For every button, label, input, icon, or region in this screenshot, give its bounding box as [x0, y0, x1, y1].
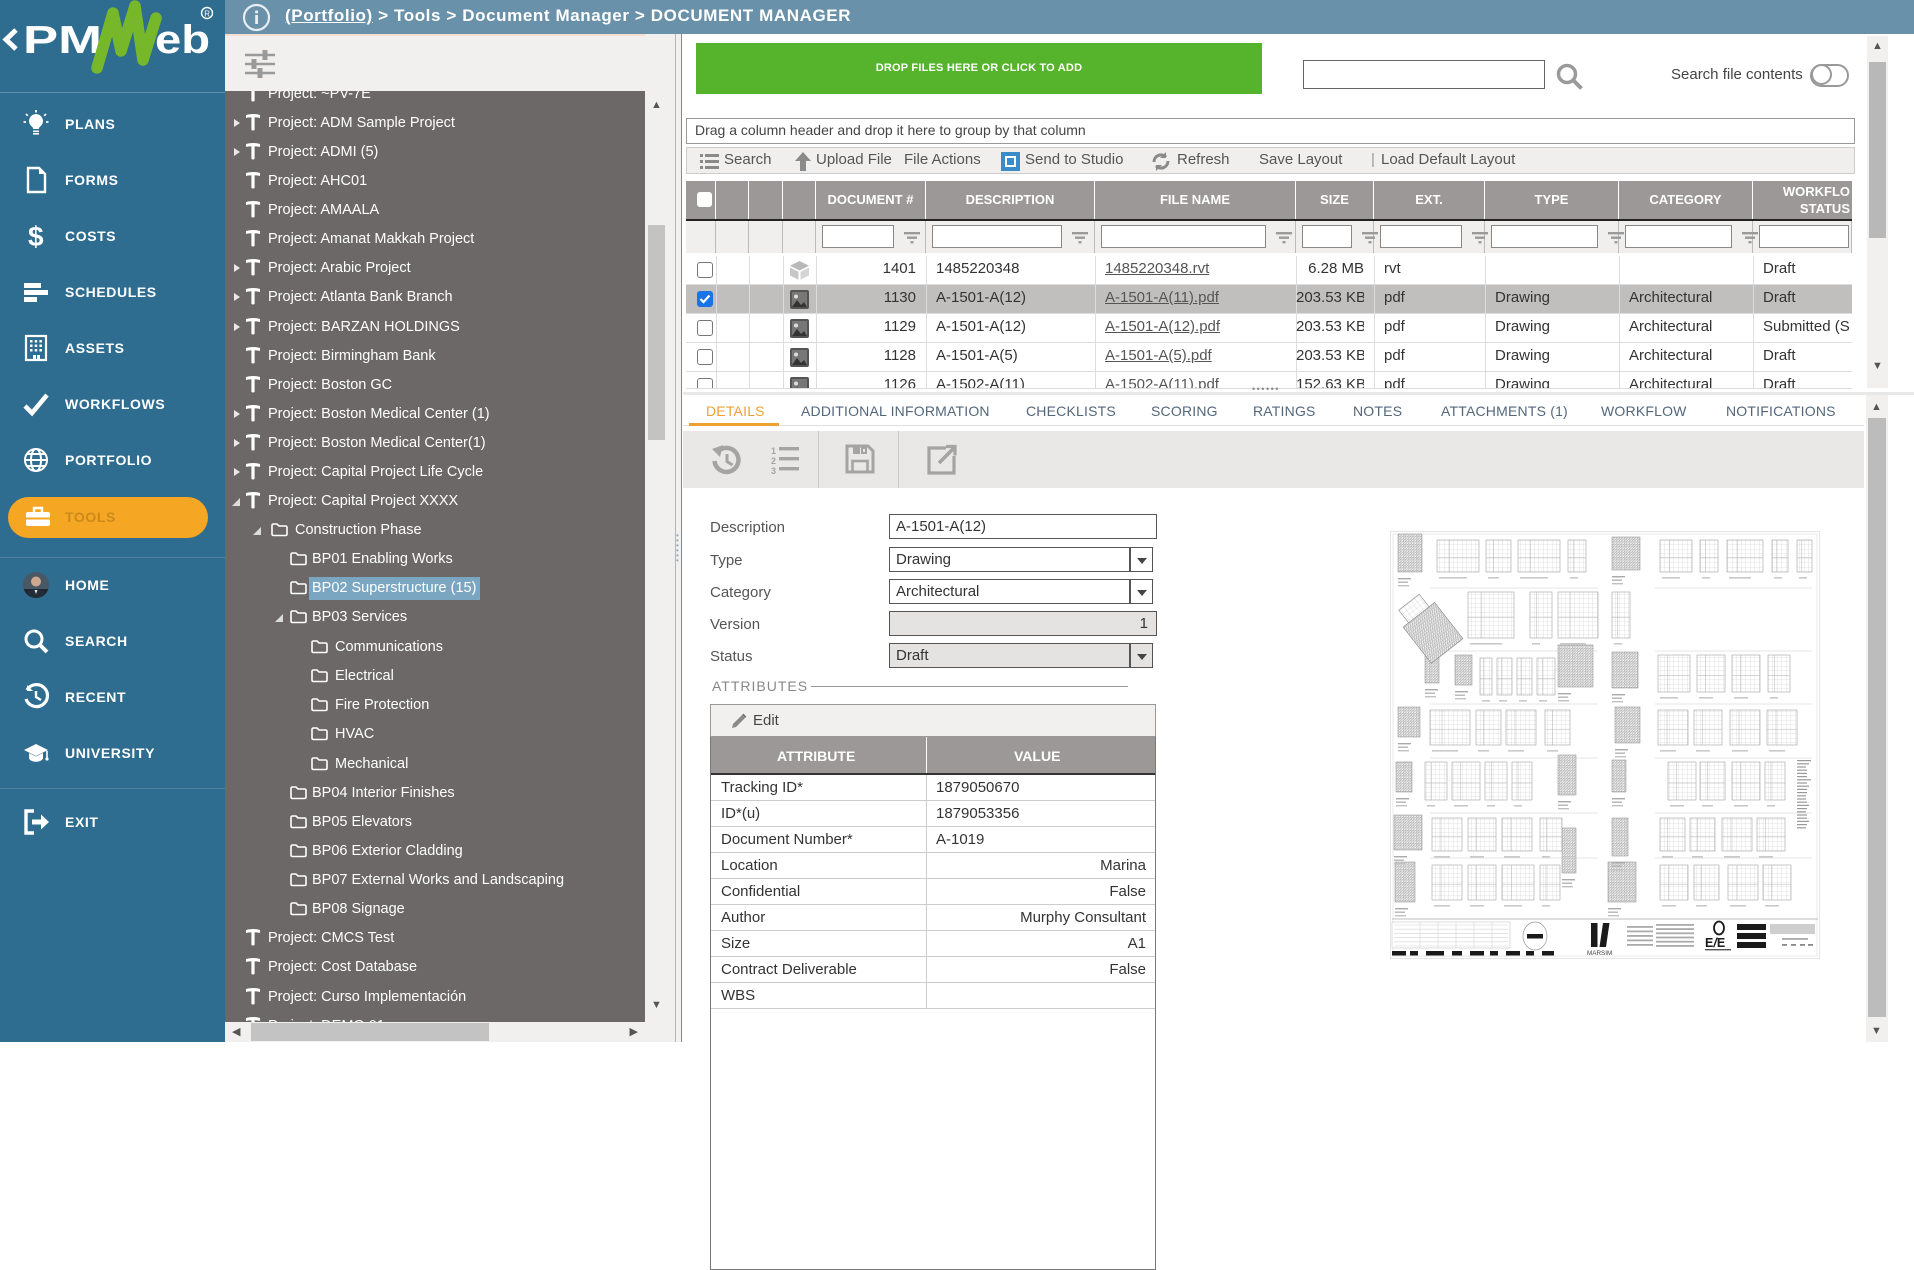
svg-text:R: R	[204, 10, 210, 19]
svg-text:1: 1	[771, 446, 776, 456]
svg-text:E/E: E/E	[1705, 936, 1725, 950]
svg-text:PM: PM	[23, 19, 102, 62]
svg-text:3: 3	[771, 466, 776, 475]
svg-text:2: 2	[771, 456, 776, 466]
svg-text:eb: eb	[155, 18, 210, 62]
svg-text:$: $	[28, 222, 44, 250]
svg-text:MARSIM: MARSIM	[1587, 950, 1612, 957]
